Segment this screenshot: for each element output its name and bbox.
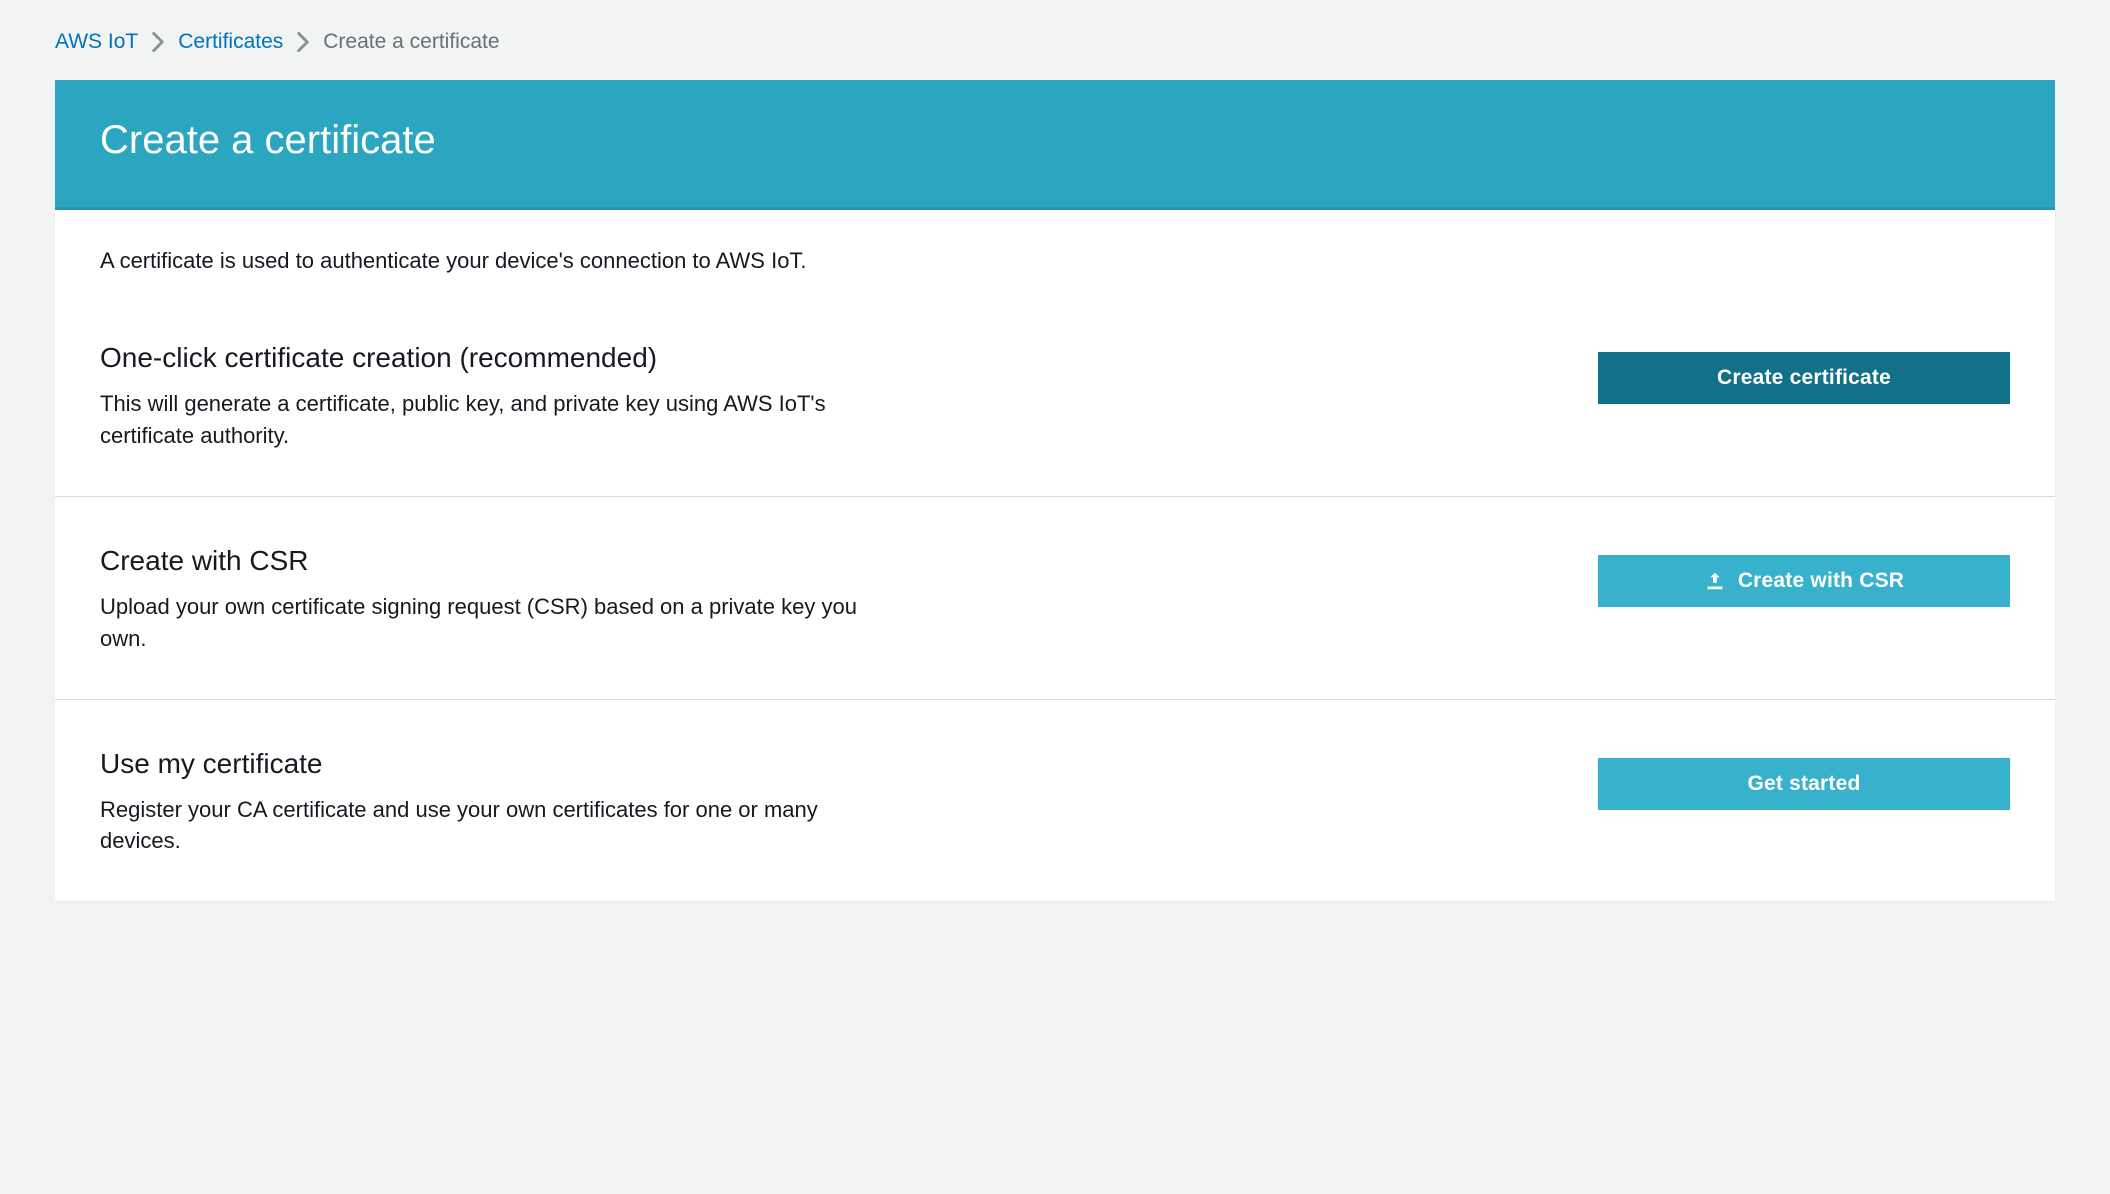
option-desc: Register your CA certificate and use you… [100,794,860,858]
option-title: One-click certificate creation (recommen… [100,342,860,374]
option-desc: This will generate a certificate, public… [100,388,860,452]
button-label: Get started [1747,772,1860,796]
panel-intro: A certificate is used to authenticate yo… [55,210,2055,294]
breadcrumb-aws-iot[interactable]: AWS IoT [55,30,138,54]
option-text: Use my certificate Register your CA cert… [100,748,860,858]
option-text: Create with CSR Upload your own certific… [100,545,860,655]
get-started-button[interactable]: Get started [1598,758,2010,810]
create-certificate-button[interactable]: Create certificate [1598,352,2010,404]
chevron-right-icon [152,32,164,52]
button-label: Create certificate [1717,366,1891,390]
upload-icon [1704,570,1726,592]
option-one-click: One-click certificate creation (recommen… [55,294,2055,497]
option-title: Create with CSR [100,545,860,577]
button-label: Create with CSR [1738,569,1904,593]
breadcrumb-current: Create a certificate [323,30,499,54]
breadcrumb: AWS IoT Certificates Create a certificat… [55,30,2055,54]
breadcrumb-certificates[interactable]: Certificates [178,30,283,54]
option-use-my-cert: Use my certificate Register your CA cert… [55,700,2055,902]
create-with-csr-button[interactable]: Create with CSR [1598,555,2010,607]
page-title: Create a certificate [100,118,2010,163]
option-desc: Upload your own certificate signing requ… [100,591,860,655]
panel-header: Create a certificate [55,80,2055,210]
option-csr: Create with CSR Upload your own certific… [55,497,2055,700]
chevron-right-icon [297,32,309,52]
option-title: Use my certificate [100,748,860,780]
option-action: Create with CSR [1598,545,2010,607]
option-action: Get started [1598,748,2010,810]
main-panel: Create a certificate A certificate is us… [55,80,2055,901]
option-action: Create certificate [1598,342,2010,404]
option-text: One-click certificate creation (recommen… [100,342,860,452]
